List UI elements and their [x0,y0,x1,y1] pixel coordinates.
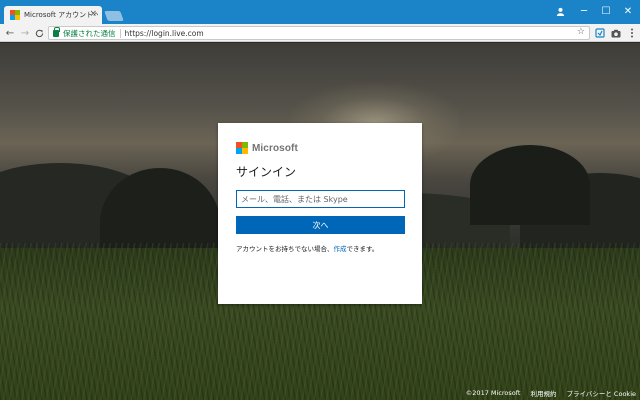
microsoft-logo-icon [236,142,248,154]
title-bar: Microsoft アカウントへのサ × ─ ☐ ✕ [0,0,640,24]
secure-label: 保護された通信 [63,28,116,38]
no-account-text: アカウントをお持ちでない場合、作成できます。 [236,243,404,253]
new-tab-button[interactable] [104,11,124,21]
browser-tab[interactable]: Microsoft アカウントへのサ × [4,6,102,24]
page-footer: ©2017 Microsoft 利用規約 プライバシーと Cookie [466,386,640,400]
lock-icon [53,26,60,37]
minimize-icon[interactable]: ─ [574,3,594,19]
privacy-cookie-link[interactable]: プライバシーと Cookie [567,388,637,398]
close-window-icon[interactable]: ✕ [618,3,638,19]
address-divider [119,28,121,38]
bookmark-star-icon[interactable]: ☆ [577,27,585,37]
tab-title: Microsoft アカウントへのサ [24,11,98,19]
tab-close-icon[interactable]: × [89,9,97,19]
reload-button[interactable] [33,26,45,40]
hill [470,145,590,225]
extension-icon[interactable] [594,27,606,39]
signin-title: サインイン [236,165,297,179]
signin-card: Microsoft サインイン 次へ アカウントをお持ちでない場合、作成できます… [218,123,422,304]
no-account-prefix: アカウントをお持ちでない場合、 [236,245,334,253]
profile-user-icon[interactable] [550,3,570,19]
copyright-text: ©2017 Microsoft [465,389,521,397]
forward-button[interactable]: → [19,26,31,40]
create-account-link[interactable]: 作成 [334,245,347,253]
microsoft-logo: Microsoft [236,141,404,155]
maximize-icon[interactable]: ☐ [596,3,616,19]
url-text: https://login.live.com [124,28,204,38]
terms-link[interactable]: 利用規約 [531,388,557,398]
camera-icon[interactable] [610,27,622,39]
microsoft-favicon-icon [10,10,20,20]
next-button[interactable]: 次へ [236,216,405,234]
microsoft-logo-text: Microsoft [252,142,298,154]
back-button[interactable]: ← [4,26,16,40]
email-phone-skype-input[interactable] [236,190,405,208]
menu-kebab-icon[interactable] [626,27,638,39]
no-account-suffix: できます。 [346,245,379,253]
browser-toolbar: ← → 保護された通信 https://login.live.com ☆ [0,24,640,42]
address-bar[interactable]: 保護された通信 https://login.live.com ☆ [48,26,590,40]
